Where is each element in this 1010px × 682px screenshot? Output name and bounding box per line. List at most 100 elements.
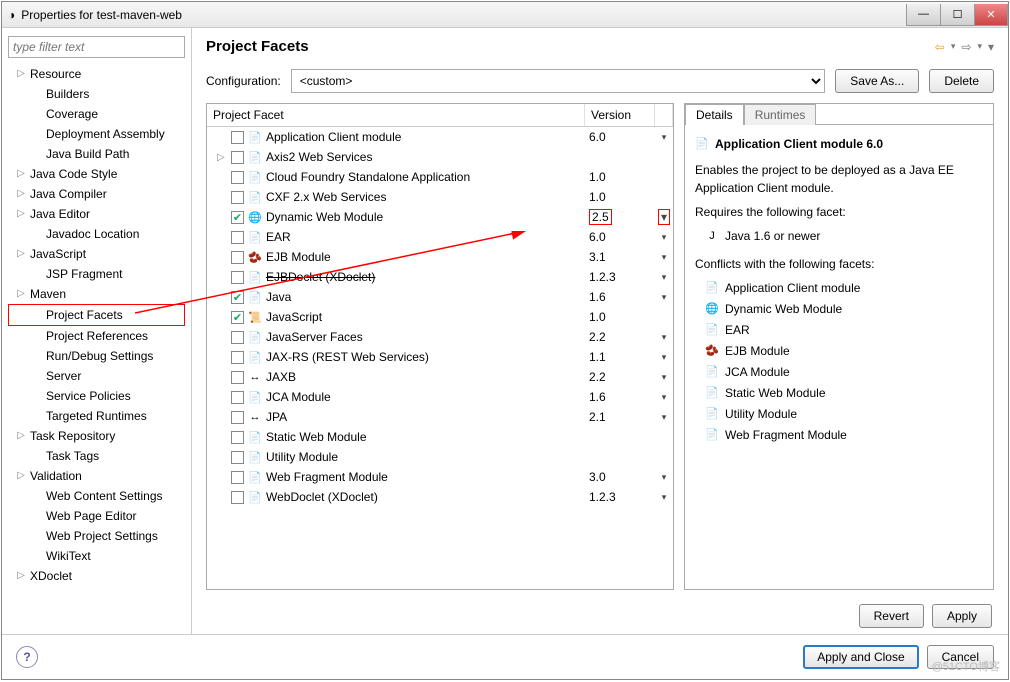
version-dropdown[interactable]: ▾ xyxy=(655,292,673,303)
facet-checkbox[interactable] xyxy=(231,251,244,264)
facet-checkbox[interactable] xyxy=(231,351,244,364)
facet-checkbox[interactable] xyxy=(231,471,244,484)
facet-row[interactable]: 📄Static Web Module xyxy=(207,427,673,447)
facet-row[interactable]: 📄Cloud Foundry Standalone Application1.0 xyxy=(207,167,673,187)
facet-checkbox[interactable] xyxy=(231,451,244,464)
facet-checkbox[interactable] xyxy=(231,211,244,224)
tree-item[interactable]: Web Content Settings xyxy=(8,486,185,506)
tree-label: Javadoc Location xyxy=(46,224,139,244)
facet-checkbox[interactable] xyxy=(231,431,244,444)
tree-item[interactable]: Deployment Assembly xyxy=(8,124,185,144)
facet-row[interactable]: 🌐Dynamic Web Module2.5▾ xyxy=(207,207,673,227)
facet-checkbox[interactable] xyxy=(231,171,244,184)
config-select[interactable]: <custom> xyxy=(291,69,826,93)
facet-row[interactable]: 📄Utility Module xyxy=(207,447,673,467)
version-dropdown[interactable]: ▾ xyxy=(655,492,673,503)
facet-row[interactable]: 📄WebDoclet (XDoclet)1.2.3▾ xyxy=(207,487,673,507)
apply-close-button[interactable]: Apply and Close xyxy=(803,645,918,669)
facet-checkbox[interactable] xyxy=(231,331,244,344)
delete-button[interactable]: Delete xyxy=(929,69,994,93)
facet-row[interactable]: 📄JAX-RS (REST Web Services)1.1▾ xyxy=(207,347,673,367)
version-dropdown[interactable]: ▾ xyxy=(655,392,673,403)
facet-row[interactable]: ↔JAXB2.2▾ xyxy=(207,367,673,387)
version-dropdown[interactable]: ▾ xyxy=(655,472,673,483)
tree-item[interactable]: ▷Java Editor xyxy=(8,204,185,224)
facet-row[interactable]: 📄Application Client module6.0▾ xyxy=(207,127,673,147)
facet-row[interactable]: 📄Web Fragment Module3.0▾ xyxy=(207,467,673,487)
tree-item[interactable]: Javadoc Location xyxy=(8,224,185,244)
version-dropdown[interactable]: ▾ xyxy=(655,252,673,263)
facet-checkbox[interactable] xyxy=(231,311,244,324)
tree-item[interactable]: ▷XDoclet xyxy=(8,566,185,586)
tree-item[interactable]: Server xyxy=(8,366,185,386)
tree-item[interactable]: Project References xyxy=(8,326,185,346)
version-dropdown[interactable]: ▾ xyxy=(655,210,673,224)
item-icon: 🫘 xyxy=(705,344,719,358)
tree-item[interactable]: ▷Validation xyxy=(8,466,185,486)
facet-row[interactable]: ↔JPA2.1▾ xyxy=(207,407,673,427)
facet-checkbox[interactable] xyxy=(231,491,244,504)
tree-item[interactable]: Targeted Runtimes xyxy=(8,406,185,426)
facet-row[interactable]: 📄EAR6.0▾ xyxy=(207,227,673,247)
tree-item[interactable]: Run/Debug Settings xyxy=(8,346,185,366)
tree-item[interactable]: ▷Maven xyxy=(8,284,185,304)
version-dropdown[interactable]: ▾ xyxy=(655,272,673,283)
help-button[interactable]: ? xyxy=(16,646,38,668)
save-as-button[interactable]: Save As... xyxy=(835,69,919,93)
tree-item[interactable]: WikiText xyxy=(8,546,185,566)
version-dropdown[interactable]: ▾ xyxy=(655,352,673,363)
facet-checkbox[interactable] xyxy=(231,231,244,244)
facet-checkbox[interactable] xyxy=(231,131,244,144)
version-dropdown[interactable]: ▾ xyxy=(655,372,673,383)
facet-checkbox[interactable] xyxy=(231,291,244,304)
close-button[interactable]: ✕ xyxy=(974,4,1008,26)
version-dropdown[interactable]: ▾ xyxy=(655,132,673,143)
tree-item[interactable]: Java Build Path xyxy=(8,144,185,164)
minimize-button[interactable]: — xyxy=(906,4,940,26)
tree-item[interactable]: JSP Fragment xyxy=(8,264,185,284)
facet-checkbox[interactable] xyxy=(231,391,244,404)
facet-checkbox[interactable] xyxy=(231,371,244,384)
col-version[interactable]: Version xyxy=(585,104,655,126)
facet-row[interactable]: 📄EJBDoclet (XDoclet)1.2.3▾ xyxy=(207,267,673,287)
facet-row[interactable]: ▷📄Axis2 Web Services xyxy=(207,147,673,167)
tree-item[interactable]: Web Page Editor xyxy=(8,506,185,526)
col-facet[interactable]: Project Facet xyxy=(207,104,585,126)
tree-item[interactable]: Project Facets xyxy=(8,304,185,326)
filter-input[interactable] xyxy=(8,36,185,58)
tab-details[interactable]: Details xyxy=(685,104,744,125)
facet-checkbox[interactable] xyxy=(231,191,244,204)
requires-label: Requires the following facet: xyxy=(695,203,983,221)
tree-item[interactable]: ▷Java Compiler xyxy=(8,184,185,204)
version-dropdown[interactable]: ▾ xyxy=(655,412,673,423)
forward-icon[interactable]: ⇨ xyxy=(961,40,971,54)
tree-item[interactable]: ▷JavaScript xyxy=(8,244,185,264)
tab-runtimes[interactable]: Runtimes xyxy=(744,104,817,125)
maximize-button[interactable]: ☐ xyxy=(940,4,974,26)
tree-item[interactable]: ▷Java Code Style xyxy=(8,164,185,184)
tree-item[interactable]: Web Project Settings xyxy=(8,526,185,546)
back-icon[interactable]: ⇦ xyxy=(935,40,945,54)
menu-icon[interactable]: ▾ xyxy=(988,40,994,54)
tree-item[interactable]: Service Policies xyxy=(8,386,185,406)
facet-checkbox[interactable] xyxy=(231,411,244,424)
tree-item[interactable]: Builders xyxy=(8,84,185,104)
facet-checkbox[interactable] xyxy=(231,151,244,164)
item-icon: 📄 xyxy=(705,281,719,295)
facet-row[interactable]: 📄JavaServer Faces2.2▾ xyxy=(207,327,673,347)
apply-button[interactable]: Apply xyxy=(932,604,992,628)
version-dropdown[interactable]: ▾ xyxy=(655,332,673,343)
facet-row[interactable]: 📜JavaScript1.0 xyxy=(207,307,673,327)
version-dropdown[interactable]: ▾ xyxy=(655,232,673,243)
tree-item[interactable]: Coverage xyxy=(8,104,185,124)
facet-version: 3.1 xyxy=(585,250,655,264)
facet-checkbox[interactable] xyxy=(231,271,244,284)
facet-row[interactable]: 📄JCA Module1.6▾ xyxy=(207,387,673,407)
facet-row[interactable]: 🫘EJB Module3.1▾ xyxy=(207,247,673,267)
facet-row[interactable]: 📄Java1.6▾ xyxy=(207,287,673,307)
revert-button[interactable]: Revert xyxy=(859,604,924,628)
tree-item[interactable]: ▷Task Repository xyxy=(8,426,185,446)
tree-item[interactable]: ▷Resource xyxy=(8,64,185,84)
tree-item[interactable]: Task Tags xyxy=(8,446,185,466)
facet-row[interactable]: 📄CXF 2.x Web Services1.0 xyxy=(207,187,673,207)
